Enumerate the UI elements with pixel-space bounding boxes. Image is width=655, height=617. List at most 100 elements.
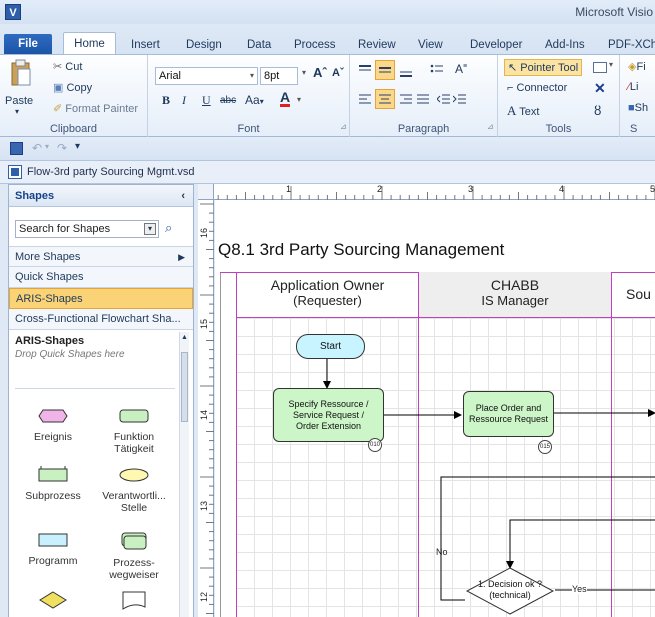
font-color-icon[interactable]: A (280, 90, 291, 107)
tab-design[interactable]: Design (186, 36, 222, 54)
change-case-button[interactable]: Aa▾ (245, 93, 264, 107)
master-programm[interactable]: Programm (13, 532, 93, 567)
increase-indent-icon[interactable] (452, 93, 467, 108)
connector-button[interactable]: ⌐ Connector (507, 82, 567, 94)
copy-button[interactable]: ▣ Copy (53, 81, 92, 94)
font-family-combo[interactable]: Arial ▾ (155, 67, 258, 85)
connector-no-loop[interactable] (440, 476, 655, 580)
close-icon[interactable]: ✕ (594, 80, 606, 97)
undo-dropdown-icon[interactable]: ▾ (45, 142, 49, 151)
connection-point-icon[interactable]: ȣ (594, 103, 601, 118)
shapes-panel-header: Shapes ‹ (9, 185, 193, 207)
shadow-button[interactable]: ■Sh (628, 102, 648, 114)
document-title[interactable]: Flow-3rd party Sourcing Mgmt.vsd (27, 166, 195, 178)
tab-view[interactable]: View (418, 36, 443, 54)
tab-home[interactable]: Home (63, 32, 116, 54)
shape-tool-dropdown-icon[interactable]: ▾ (609, 60, 613, 69)
tab-review[interactable]: Review (358, 36, 396, 54)
rectangle-tool-icon[interactable] (593, 62, 607, 73)
bold-icon[interactable]: B (162, 93, 170, 108)
format-painter-button[interactable]: ✐ Format Painter (53, 102, 138, 115)
master-prozesswegweiser[interactable]: Prozess- wegweiser (94, 532, 174, 581)
font-size-dropdown-icon[interactable]: ▾ (302, 68, 306, 77)
customize-qat-icon[interactable]: ▾ (75, 141, 80, 152)
shadow-icon: ■ (628, 102, 635, 114)
aris-shapes-item[interactable]: ARIS-Shapes (9, 288, 193, 309)
text-tool-button[interactable]: A Text (507, 103, 539, 119)
cross-functional-item[interactable]: Cross-Functional Flowchart Sha... (9, 309, 193, 330)
master-verantwortliche-stelle[interactable]: Verantwortli... Stelle (94, 465, 174, 514)
drawing-canvas[interactable]: Q8.1 3rd Party Sourcing Management Appli… (215, 200, 655, 617)
master-subprozess[interactable]: Subprozess (13, 465, 93, 502)
align-bottom-icon[interactable] (399, 66, 413, 81)
visio-app-icon[interactable]: V (5, 4, 21, 20)
bullets-icon[interactable] (430, 63, 444, 80)
ruler-label-13: 13 (199, 501, 209, 512)
search-icon[interactable]: ⌕ (165, 220, 172, 236)
align-left-icon[interactable] (358, 93, 372, 108)
font-size-combo[interactable]: 8pt (260, 67, 298, 85)
tab-add-ins[interactable]: Add-Ins (545, 36, 585, 54)
tab-developer[interactable]: Developer (470, 36, 522, 54)
connector-decision-no[interactable] (440, 580, 465, 601)
grow-font-icon[interactable]: Aˆ (313, 65, 327, 80)
save-icon[interactable] (10, 142, 23, 155)
start-node[interactable]: Start (296, 334, 365, 359)
clipboard-group: Paste ▾ ✂ Cut ▣ Copy ✐ Format Painter Cl… (0, 55, 148, 137)
scroll-up-icon[interactable]: ▲ (181, 334, 188, 341)
visio-document-icon (8, 165, 22, 179)
quick-shapes-item[interactable]: Quick Shapes (9, 267, 193, 288)
align-top-icon[interactable] (358, 64, 372, 79)
paste-icon[interactable] (10, 59, 32, 92)
strikethrough-icon[interactable]: abc (220, 95, 236, 106)
responsible-ellipse-icon (119, 468, 149, 482)
task-specify-resource[interactable]: Specify Ressource / Service Request / Or… (273, 388, 384, 442)
ruler-label-4: 4 (559, 184, 565, 194)
justify-icon[interactable] (416, 93, 430, 108)
task-place-order[interactable]: Place Order and Ressource Request (463, 391, 554, 437)
master-label: Programm (28, 555, 78, 567)
cut-button[interactable]: ✂ Cut (53, 60, 82, 73)
font-color-dropdown-icon[interactable]: ▾ (297, 95, 301, 104)
tab-data[interactable]: Data (247, 36, 271, 54)
master-funktion[interactable]: Funktion Tätigkeit (94, 408, 174, 455)
align-center-icon[interactable] (375, 89, 395, 109)
ruler-corner[interactable] (198, 184, 214, 200)
more-shapes-item[interactable]: More Shapes ▶ (9, 246, 193, 267)
font-dialog-launcher-icon[interactable]: ⊿ (340, 122, 347, 131)
tab-insert[interactable]: Insert (131, 36, 160, 54)
copy-label: Copy (66, 82, 93, 94)
paragraph-dialog-launcher-icon[interactable]: ⊿ (487, 122, 494, 131)
shape-group-label: S (630, 123, 638, 135)
shrink-font-icon[interactable]: Aˇ (332, 67, 344, 79)
pointer-tool-button[interactable]: ↖ Pointer Tool (504, 59, 583, 76)
visio-window: V Microsoft Visio File Home Insert Desig… (0, 0, 655, 617)
line-button[interactable]: ∕Li (628, 81, 638, 93)
master-document[interactable] (94, 590, 174, 615)
master-ereignis[interactable]: Ereignis (13, 408, 93, 443)
paste-button[interactable]: Paste (5, 95, 33, 107)
underline-icon[interactable]: U (202, 93, 211, 108)
tab-process[interactable]: Process (294, 36, 336, 54)
align-middle-icon[interactable] (375, 60, 395, 80)
search-shapes-input[interactable]: Search for Shapes ▾ (15, 220, 159, 238)
italic-icon[interactable]: I (182, 93, 186, 108)
search-dropdown-icon[interactable]: ▾ (144, 223, 156, 235)
tab-file[interactable]: File (4, 34, 52, 54)
paste-dropdown-icon[interactable]: ▾ (15, 107, 19, 116)
collapse-chevron-icon[interactable]: ‹ (181, 185, 185, 207)
undo-icon[interactable]: ↶ (32, 141, 42, 155)
fill-button[interactable]: ◈Fi (628, 60, 646, 73)
master-decision[interactable] (13, 590, 93, 615)
event-hexagon-icon (38, 409, 68, 423)
stencil-scrollbar[interactable]: ▲ (179, 332, 189, 617)
stencil-scrollbar-thumb[interactable] (181, 352, 188, 422)
tab-pdf-xchange[interactable]: PDF-XCha (608, 36, 655, 54)
connector-to-decision[interactable] (506, 519, 655, 569)
stencil-divider (15, 388, 175, 389)
align-right-icon[interactable] (399, 93, 413, 108)
task-id-badge: 010 (368, 438, 382, 452)
decrease-indent-icon[interactable] (436, 93, 451, 108)
text-direction-icon[interactable]: A≡ (455, 62, 467, 76)
redo-icon[interactable]: ↷ (57, 141, 67, 155)
